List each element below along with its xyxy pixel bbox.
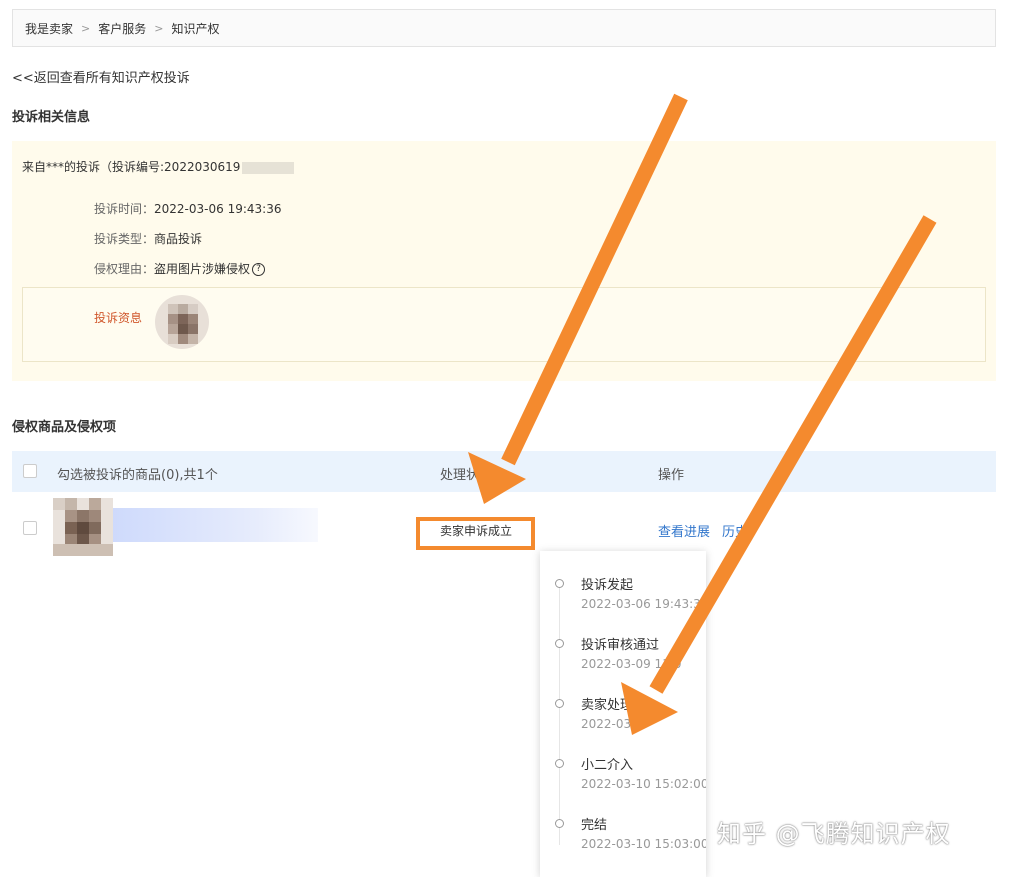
row-checkbox[interactable] — [23, 521, 37, 535]
ops-column-header: 操作 — [658, 468, 685, 483]
breadcrumb: 我是卖家 > 客户服务 > 知识产权 — [12, 9, 996, 47]
evidence-image-thumbnail[interactable] — [154, 294, 210, 350]
complaint-info-title: 投诉相关信息 — [12, 110, 91, 125]
watermark: 知乎 @飞腾知识产权 — [717, 820, 951, 848]
complaint-time-value: 2022-03-06 19:43:36 — [154, 202, 282, 216]
timeline-step-title: 投诉发起 — [581, 578, 634, 593]
status-column-header: 处理状 — [440, 468, 480, 483]
breadcrumb-item-customer-service[interactable]: 客户服务 — [98, 20, 146, 37]
timeline-step-time: 2022-03-09 11:0 — [581, 657, 682, 671]
timeline-dot-icon — [555, 579, 564, 588]
select-all-checkbox[interactable] — [23, 464, 37, 478]
complaint-type-value: 商品投诉 — [154, 232, 203, 246]
breadcrumb-item-ip[interactable]: 知识产权 — [171, 20, 219, 37]
timeline-step-title: 小二介入 — [581, 758, 634, 773]
complaint-type-row: 投诉类型：商品投诉 — [94, 230, 202, 247]
timeline-dot-icon — [555, 699, 564, 708]
evidence-box: 投诉资息 — [22, 287, 986, 362]
redacted-id-blur — [242, 161, 295, 174]
timeline-dot-icon — [555, 759, 564, 768]
help-icon[interactable]: ? — [252, 263, 266, 276]
complaint-source-line: 来自***的投诉（投诉编号:2022030619 — [22, 158, 295, 175]
complaint-info-panel: 来自***的投诉（投诉编号:2022030619 投诉时间：2022-03-06… — [12, 141, 996, 381]
timeline-step-time: 2022-03- — [581, 717, 636, 731]
breadcrumb-separator: > — [154, 21, 164, 35]
evidence-label: 投诉资息 — [94, 311, 143, 325]
timeline-line — [559, 585, 560, 845]
complaint-source-text: 来自***的投诉（投诉编号:2022030619 — [22, 160, 241, 174]
complaint-time-label: 投诉时间： — [94, 202, 155, 216]
complaint-reason-label: 侵权理由： — [94, 262, 155, 276]
history-link[interactable]: 历史 — [722, 521, 748, 540]
timeline-step-title: 完结 — [581, 818, 608, 833]
complaint-time-row: 投诉时间：2022-03-06 19:43:36 — [94, 200, 281, 217]
back-to-complaints-link[interactable]: <<返回查看所有知识产权投诉 — [12, 67, 190, 86]
annotation-arrows — [468, 93, 937, 735]
progress-popover: 投诉发起 2022-03-06 19:43:36 投诉审核通过 2022-03-… — [540, 551, 706, 877]
timeline-step-time: 2022-03-06 19:43:36 — [581, 597, 706, 611]
timeline-step-time: 2022-03-10 15:03:00 — [581, 837, 706, 851]
product-image-thumbnail[interactable] — [53, 498, 113, 556]
complaint-reason-row: 侵权理由：盗用图片涉嫌侵权? — [94, 260, 266, 277]
status-text: 卖家申诉成立 — [440, 524, 513, 538]
product-name-link[interactable] — [113, 508, 318, 542]
breadcrumb-separator: > — [81, 21, 91, 35]
timeline-step-title: 投诉审核通过 — [581, 638, 660, 653]
view-progress-link[interactable]: 查看进展 — [658, 521, 710, 540]
timeline-dot-icon — [555, 819, 564, 828]
select-count-label: 勾选被投诉的商品(0),共1个 — [57, 468, 218, 483]
breadcrumb-item-seller[interactable]: 我是卖家 — [25, 20, 73, 37]
timeline-step-time: 2022-03-10 15:02:00 — [581, 777, 706, 791]
infringing-products-title: 侵权商品及侵权项 — [12, 420, 117, 435]
timeline-step-title: 卖家处理 — [581, 698, 634, 713]
complaint-reason-value: 盗用图片涉嫌侵权 — [154, 262, 251, 276]
timeline-dot-icon — [555, 639, 564, 648]
complaint-type-label: 投诉类型： — [94, 232, 155, 246]
